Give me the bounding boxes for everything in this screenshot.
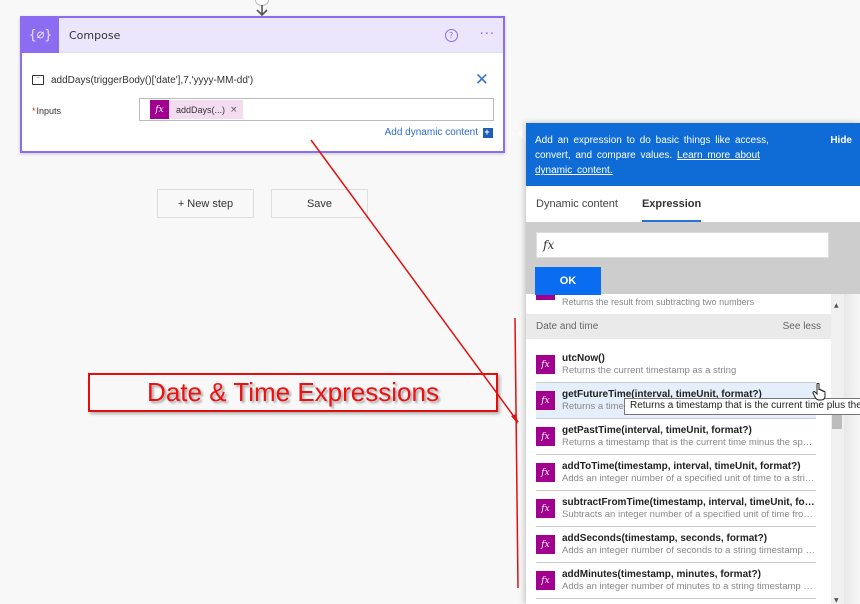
annotation-arrowhead bbox=[511, 414, 518, 424]
panel-edge bbox=[844, 294, 860, 604]
more-options-icon[interactable]: ··· bbox=[480, 28, 495, 41]
add-dynamic-content-link[interactable]: Add dynamic content + bbox=[385, 127, 493, 138]
annotation-vertical-line bbox=[514, 317, 519, 589]
fx-icon: fx bbox=[536, 535, 555, 554]
function-desc: Returns the result from subtracting two … bbox=[562, 297, 755, 307]
close-icon[interactable]: ✕ bbox=[475, 72, 489, 89]
token-remove-icon[interactable]: × bbox=[230, 105, 238, 115]
expression-text: addDays(triggerBody()['date'],7,'yyyy-MM… bbox=[51, 74, 254, 86]
compose-card-header[interactable]: {∅} Compose ? ··· bbox=[22, 17, 503, 53]
annotation-label: Date & Time Expressions bbox=[147, 377, 439, 407]
function-desc: Adds an integer number of minutes to a s… bbox=[562, 581, 816, 592]
compose-braces-icon: {∅} bbox=[22, 17, 59, 53]
scroll-up-icon[interactable]: ▲ bbox=[834, 302, 839, 309]
add-dynamic-content-label: Add dynamic content bbox=[384, 127, 478, 138]
section-header-date-time: Date and time See less bbox=[526, 314, 831, 339]
function-name: getPastTime(interval, timeUnit, format?) bbox=[562, 425, 752, 436]
list-scrollbar[interactable]: ▲ ▼ bbox=[831, 294, 844, 604]
list-item-function[interactable]: fx addToTime(timestamp, interval, timeUn… bbox=[536, 455, 816, 491]
section-title: Date and time bbox=[536, 321, 599, 332]
token-label: addDays(...) bbox=[176, 104, 226, 115]
list-item-function[interactable]: fx subtractFromTime(timestamp, interval,… bbox=[536, 491, 816, 527]
hand-cursor-icon bbox=[812, 383, 826, 401]
see-less-link[interactable]: See less bbox=[783, 321, 821, 332]
save-button[interactable]: Save bbox=[271, 189, 368, 218]
scroll-down-icon[interactable]: ▼ bbox=[834, 597, 839, 604]
fx-icon: fx bbox=[536, 499, 555, 518]
dynamic-content-panel: Add an expression to do basic things lik… bbox=[526, 123, 860, 604]
list-item-function[interactable]: fx utcNow() Returns the current timestamp… bbox=[536, 347, 816, 383]
fx-icon: fx bbox=[536, 463, 555, 482]
function-name: addMinutes(timestamp, minutes, format?) bbox=[562, 569, 761, 580]
list-item-function[interactable]: fx getPastTime(interval, timeUnit, forma… bbox=[536, 419, 816, 455]
fx-icon: fx bbox=[536, 391, 555, 410]
panel-pointer bbox=[517, 124, 526, 142]
flow-designer-canvas: {∅} Compose ? ··· ·· addDays(triggerBody… bbox=[0, 0, 860, 604]
help-icon[interactable]: ? bbox=[444, 28, 458, 42]
function-name: utcNow() bbox=[562, 353, 605, 364]
function-name: subtractFromTime(timestamp, interval, ti… bbox=[562, 497, 816, 508]
expression-row: ·· addDays(triggerBody()['date'],7,'yyyy… bbox=[32, 72, 493, 89]
expression-editor-area: fx OK bbox=[526, 222, 860, 295]
fx-icon: fx bbox=[536, 355, 555, 374]
info-banner: Add an expression to do basic things lik… bbox=[526, 123, 860, 186]
list-item-partial[interactable]: Returns the result from subtracting two … bbox=[526, 294, 831, 310]
tab-dynamic-content[interactable]: Dynamic content bbox=[536, 186, 618, 222]
function-name: addToTime(timestamp, interval, timeUnit,… bbox=[562, 461, 801, 472]
expression-input[interactable]: fx bbox=[536, 232, 829, 258]
panel-tabs: Dynamic content Expression bbox=[526, 186, 860, 222]
compose-action-card: {∅} Compose ? ··· ·· addDays(triggerBody… bbox=[20, 16, 505, 153]
hide-button[interactable]: Hide bbox=[830, 133, 852, 148]
function-desc: Subtracts an integer number of a specifi… bbox=[562, 509, 816, 520]
fx-icon: fx bbox=[536, 571, 555, 590]
inputs-label: *Inputs bbox=[32, 106, 61, 116]
function-list: Returns the result from subtracting two … bbox=[526, 294, 831, 604]
tab-expression[interactable]: Expression bbox=[641, 186, 702, 222]
new-step-button[interactable]: + New step bbox=[157, 189, 254, 218]
function-desc: Adds an integer number of a specified un… bbox=[562, 473, 816, 484]
inputs-label-text: Inputs bbox=[36, 106, 62, 116]
function-name: addSeconds(timestamp, seconds, format?) bbox=[562, 533, 768, 544]
annotation-callout-box: Date & Time Expressions bbox=[88, 373, 498, 412]
add-icon: + bbox=[483, 127, 493, 138]
list-item-function[interactable]: fx addMinutes(timestamp, minutes, format… bbox=[536, 563, 816, 599]
list-item-function[interactable]: fx addSeconds(timestamp, seconds, format… bbox=[536, 527, 816, 563]
info-text: Add an expression to do basic things lik… bbox=[535, 133, 775, 178]
fx-icon: fx bbox=[536, 427, 555, 446]
function-desc: Returns a timestamp that is the current … bbox=[562, 437, 816, 448]
required-mark: * bbox=[32, 106, 36, 116]
comment-icon: ·· bbox=[32, 75, 44, 85]
fx-icon: fx bbox=[150, 100, 169, 119]
compose-card-title: Compose bbox=[69, 28, 121, 42]
function-desc: Returns the current timestamp as a strin… bbox=[562, 365, 737, 376]
function-desc: Adds an integer number of seconds to a s… bbox=[562, 545, 816, 556]
expression-token[interactable]: fx addDays(...) × bbox=[150, 100, 243, 119]
inputs-field[interactable]: fx addDays(...) × bbox=[139, 98, 494, 121]
ok-button[interactable]: OK bbox=[535, 267, 601, 295]
